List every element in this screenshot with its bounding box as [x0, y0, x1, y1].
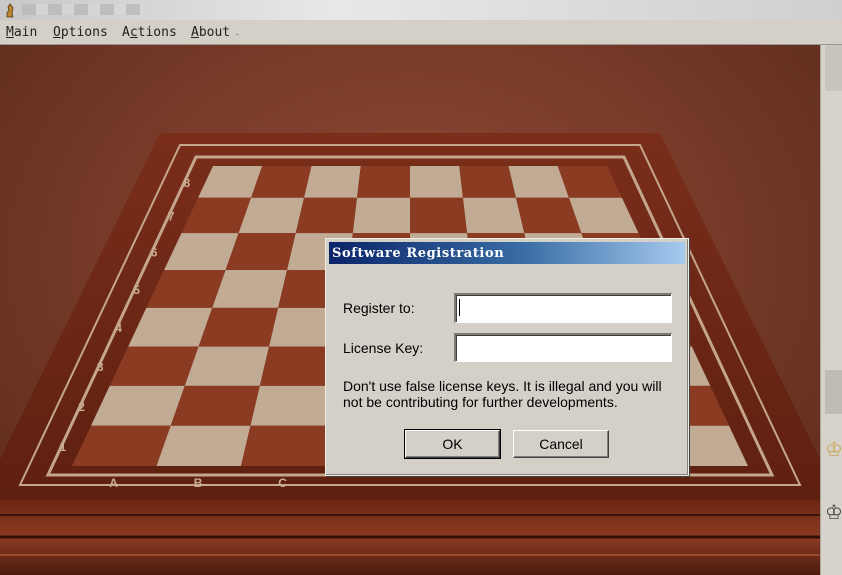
board-square	[304, 166, 361, 198]
rank-label: 3	[97, 360, 104, 374]
menu-about[interactable]: About	[191, 25, 230, 40]
ok-button[interactable]: OK	[404, 429, 501, 459]
chess-app-icon	[6, 3, 14, 18]
rank-label: 8	[184, 176, 191, 190]
board-square	[156, 425, 251, 466]
chess-piece-icon: ♔	[825, 439, 842, 461]
board-square	[410, 197, 468, 234]
file-label: A	[109, 476, 118, 490]
board-square	[357, 166, 410, 198]
rank-label: 5	[133, 283, 140, 297]
license-key-label: License Key:	[343, 340, 424, 356]
license-warning-text: Don't use false license keys. It is ille…	[343, 378, 662, 410]
board-square	[295, 197, 358, 234]
board-square	[184, 346, 270, 386]
board-square	[459, 166, 516, 198]
file-label: C	[278, 476, 287, 490]
dialog-title-bar[interactable]: Software Registration	[329, 242, 685, 264]
register-to-label: Register to:	[343, 300, 415, 316]
board-square	[410, 166, 463, 198]
menu-bar: Main Options Actions About -	[0, 20, 842, 45]
text-caret	[459, 299, 460, 316]
license-key-input[interactable]	[454, 333, 672, 362]
board-square	[198, 307, 279, 347]
menu-options[interactable]: Options	[53, 25, 108, 40]
register-to-input[interactable]	[454, 293, 672, 323]
board-square	[250, 385, 335, 426]
window-title-bar	[0, 0, 842, 20]
software-registration-dialog: Software Registration Register to: Licen…	[325, 238, 689, 476]
rank-label: 6	[151, 246, 158, 260]
rank-label: 4	[115, 321, 122, 335]
cancel-button[interactable]: Cancel	[513, 430, 609, 458]
menu-main[interactable]: Main	[6, 25, 37, 40]
rank-label: 7	[168, 209, 175, 223]
window-title-blurred	[22, 4, 142, 15]
board-square	[241, 425, 331, 466]
chess-piece-icon: ♔	[825, 502, 842, 524]
rank-label: 2	[78, 400, 85, 414]
file-label: B	[194, 476, 203, 490]
rank-label: 1	[59, 440, 66, 454]
side-panel-section	[825, 370, 842, 414]
menu-more-indicator: -	[236, 29, 239, 39]
board-square	[352, 197, 410, 234]
board-square	[170, 385, 260, 426]
menu-actions[interactable]: Actions	[122, 25, 177, 40]
board-square	[462, 197, 525, 234]
side-panel-header	[825, 45, 842, 91]
dialog-title: Software Registration	[332, 246, 505, 261]
side-panel-edge: ♔ ♔	[820, 45, 842, 575]
